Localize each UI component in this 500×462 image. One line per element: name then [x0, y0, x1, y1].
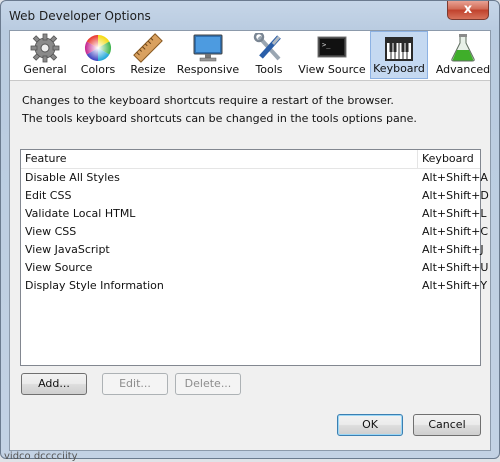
table-row[interactable]: View Source Alt+Shift+U	[21, 259, 488, 277]
title-bar[interactable]: Web Developer Options x	[1, 1, 499, 31]
tab-resize[interactable]: Resize	[127, 31, 169, 79]
tab-label-responsive: Responsive	[176, 63, 240, 76]
monitor-icon	[192, 33, 224, 63]
piano-keyboard-icon	[383, 34, 415, 64]
svg-text:>_: >_	[322, 41, 331, 49]
feature-cell: View JavaScript	[25, 243, 110, 256]
table-row[interactable]: View JavaScript Alt+Shift+J	[21, 241, 484, 259]
edit-button[interactable]: Edit...	[102, 373, 168, 395]
feature-cell: View CSS	[25, 225, 77, 238]
feature-cell: View Source	[25, 261, 93, 274]
close-button[interactable]: x	[447, 1, 489, 20]
ok-button[interactable]: OK	[337, 414, 403, 436]
keyboard-cell: Alt+Shift+D	[422, 189, 489, 202]
table-row[interactable]: Disable All Styles Alt+Shift+A	[21, 169, 488, 187]
list-header: Feature Keyboard	[21, 150, 480, 169]
column-header-keyboard[interactable]: Keyboard	[418, 150, 480, 168]
keyboard-cell: Alt+Shift+U	[422, 261, 489, 274]
keyboard-cell: Alt+Shift+C	[422, 225, 489, 238]
feature-cell: Display Style Information	[25, 279, 164, 292]
shortcut-list[interactable]: Feature Keyboard Disable All Styles Alt+…	[20, 149, 489, 366]
delete-button[interactable]: Delete...	[175, 373, 241, 395]
tab-keyboard[interactable]: Keyboard	[370, 31, 428, 79]
table-row[interactable]: Edit CSS Alt+Shift+D	[21, 187, 489, 205]
window-title: Web Developer Options	[9, 9, 151, 23]
add-button[interactable]: Add...	[21, 373, 87, 395]
options-toolbar: General Colors Resize Responsive Tools >…	[10, 31, 490, 81]
tools-shortcuts-notice: The tools keyboard shortcuts can be chan…	[22, 112, 417, 125]
gear-icon	[29, 33, 61, 63]
tools-icon	[253, 31, 285, 63]
column-header-feature[interactable]: Feature	[21, 150, 418, 168]
keyboard-cell: Alt+Shift+J	[422, 243, 484, 256]
terminal-icon: >_	[316, 33, 348, 63]
color-wheel-icon	[82, 33, 114, 63]
tab-label-advanced: Advanced	[435, 63, 491, 76]
feature-cell: Validate Local HTML	[25, 207, 136, 220]
tab-label-resize: Resize	[130, 63, 166, 76]
dialog-client-area: General Colors Resize Responsive Tools >…	[9, 30, 491, 451]
tab-responsive[interactable]: Responsive	[176, 31, 240, 79]
tab-label-tools: Tools	[255, 63, 283, 76]
ruler-icon	[132, 33, 164, 63]
tab-label-view-source: View Source	[298, 63, 366, 76]
feature-cell: Disable All Styles	[25, 171, 120, 184]
background-window-text: vidco dcccciity	[4, 451, 78, 462]
tab-advanced[interactable]: Advanced	[434, 31, 492, 79]
tab-general[interactable]: General	[16, 31, 74, 79]
table-row[interactable]: Display Style Information Alt+Shift+Y	[21, 277, 487, 295]
keyboard-cell: Alt+Shift+A	[422, 171, 488, 184]
flask-icon	[447, 33, 479, 63]
tab-colors[interactable]: Colors	[76, 31, 120, 79]
feature-cell: Edit CSS	[25, 189, 72, 202]
table-row[interactable]: View CSS Alt+Shift+C	[21, 223, 488, 241]
table-row[interactable]: Validate Local HTML Alt+Shift+L	[21, 205, 486, 223]
keyboard-cell: Alt+Shift+L	[422, 207, 487, 220]
tab-label-general: General	[23, 63, 67, 76]
tab-label-keyboard: Keyboard	[373, 62, 425, 75]
keyboard-cell: Alt+Shift+Y	[422, 279, 488, 292]
restart-notice: Changes to the keyboard shortcuts requir…	[22, 94, 394, 107]
options-dialog: Web Developer Options x General Colors R…	[0, 0, 500, 459]
tab-view-source[interactable]: >_ View Source	[297, 31, 367, 79]
tab-tools[interactable]: Tools	[249, 31, 289, 79]
tab-label-colors: Colors	[80, 63, 116, 76]
cancel-button[interactable]: Cancel	[413, 414, 481, 436]
